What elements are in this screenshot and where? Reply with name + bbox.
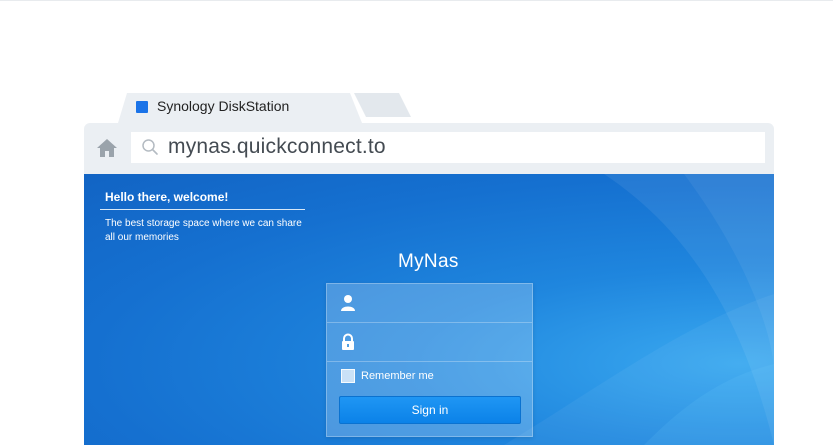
new-tab-button[interactable]	[354, 93, 411, 117]
username-field[interactable]	[327, 284, 532, 323]
user-icon	[340, 294, 356, 312]
sign-in-button[interactable]: Sign in	[339, 396, 521, 424]
search-icon	[141, 138, 159, 156]
password-field[interactable]	[327, 323, 532, 362]
url-text[interactable]: mynas.quickconnect.to	[168, 133, 386, 161]
welcome-divider	[100, 209, 305, 210]
favicon-icon	[136, 101, 148, 113]
password-input[interactable]	[365, 329, 529, 357]
welcome-title: Hello there, welcome!	[105, 190, 229, 204]
welcome-text: The best storage space where we can shar…	[105, 218, 302, 243]
tab-title[interactable]: Synology DiskStation	[157, 97, 289, 115]
remember-me-label[interactable]: Remember me	[361, 369, 434, 383]
login-page: Hello there, welcome! The best storage s…	[84, 174, 774, 445]
username-input[interactable]	[365, 290, 529, 318]
home-icon[interactable]	[95, 136, 119, 160]
top-border	[0, 0, 833, 1]
lock-icon	[340, 333, 356, 351]
remember-me-checkbox[interactable]	[341, 369, 355, 383]
server-name: MyNas	[398, 251, 459, 272]
login-form: Remember me Sign in	[326, 283, 533, 437]
